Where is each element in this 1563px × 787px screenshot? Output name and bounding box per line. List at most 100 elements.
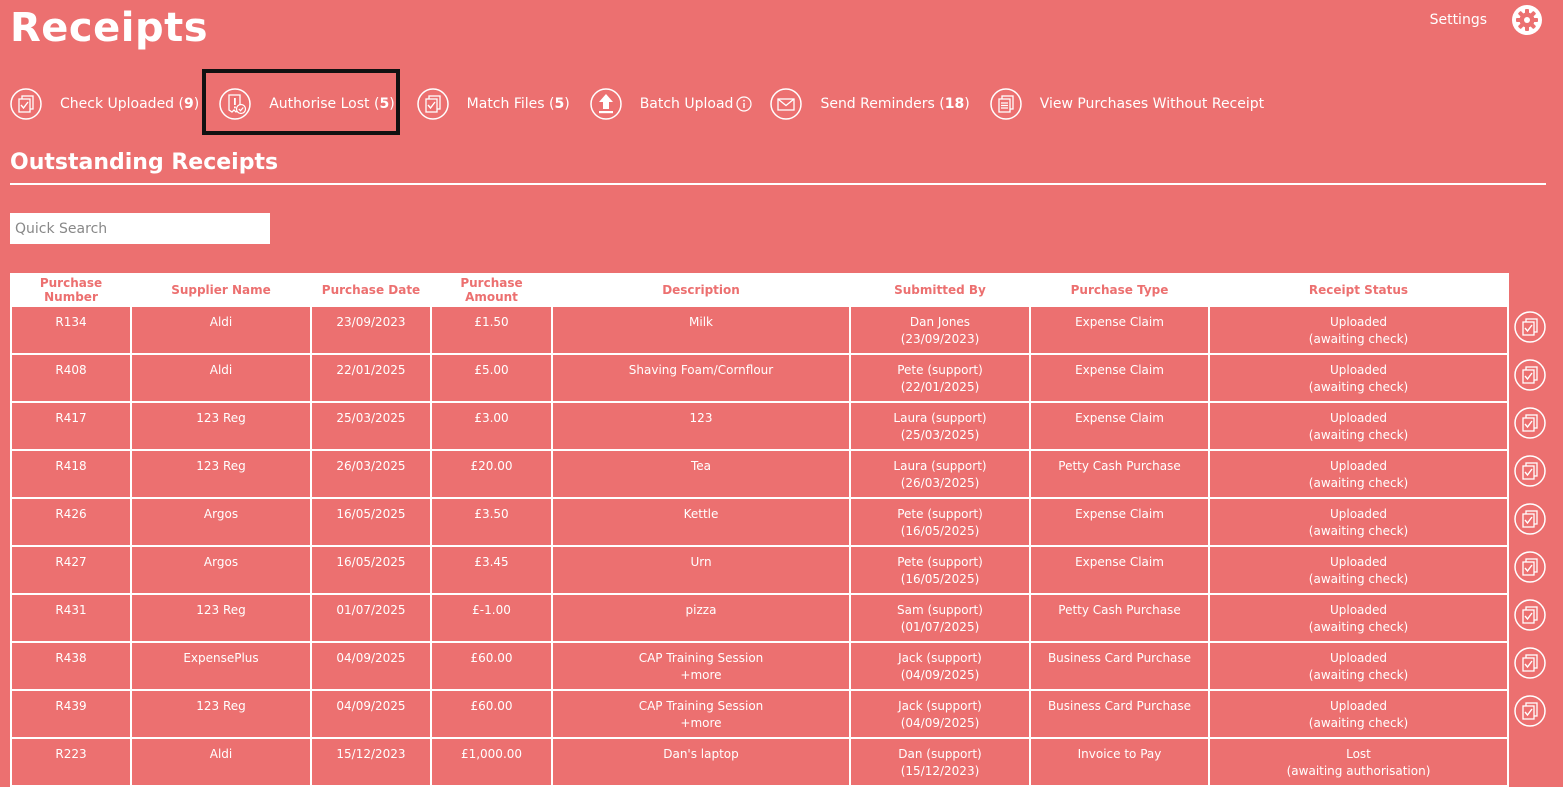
purchase-date-cell: 26/03/2025	[310, 449, 432, 499]
description-cell: CAP Training Session +more	[551, 641, 851, 691]
purchase-date-cell: 23/09/2023	[310, 305, 432, 355]
purchase-number-cell: R426	[10, 497, 132, 547]
send-reminders-button[interactable]: Send Reminders (18)	[770, 86, 970, 122]
purchase-type-cell: Business Card Purchase	[1029, 689, 1210, 739]
table-row: R223 Aldi 15/12/2023 £1,000.00 Dan's laptop D…	[10, 737, 1509, 787]
submitted-by-cell: Dan (support) (15/12/2023)	[849, 737, 1031, 787]
column-header[interactable]: Description	[551, 273, 851, 307]
submitted-by-cell: Pete (support) (16/05/2025)	[849, 497, 1031, 547]
document-list-icon	[989, 88, 1022, 120]
purchase-amount-cell: £60.00	[430, 641, 553, 691]
table-row: R426 Argos 16/05/2025 £3.50 Kettle Pete (supp…	[10, 497, 1509, 547]
receipt-status-cell: Uploaded (awaiting check)	[1208, 353, 1509, 403]
check-uploaded-button[interactable]: Check Uploaded (9)	[10, 86, 199, 122]
check-document-icon	[1514, 503, 1546, 535]
column-header[interactable]: Supplier Name	[130, 273, 312, 307]
check-document-icon	[1514, 359, 1546, 391]
outstanding-receipts-table: Purchase Number Supplier Name Purchase D…	[10, 273, 1509, 787]
column-header[interactable]: Purchase Amount	[430, 273, 553, 307]
section-title: Outstanding Receipts	[10, 150, 279, 175]
view-purchases-without-receipt-button[interactable]: View Purchases Without Receipt	[989, 86, 1264, 122]
supplier-cell: Argos	[130, 545, 312, 595]
check-document-icon	[1514, 455, 1546, 487]
column-header[interactable]: Receipt Status	[1208, 273, 1509, 307]
description-cell: pizza	[551, 593, 851, 643]
settings-area: Settings	[1430, 4, 1543, 36]
purchase-amount-cell: £-1.00	[430, 593, 553, 643]
match-files-button[interactable]: Match Files (5)	[416, 86, 570, 122]
receipt-status-cell: Uploaded (awaiting check)	[1208, 641, 1509, 691]
receipt-status-cell: Uploaded (awaiting check)	[1208, 449, 1509, 499]
check-receipt-button[interactable]	[1514, 455, 1546, 487]
table-row: R427 Argos 16/05/2025 £3.45 Urn Pete (support…	[10, 545, 1509, 595]
column-header[interactable]: Purchase Number	[10, 273, 132, 307]
match-files-label: Match Files (5)	[466, 96, 570, 112]
supplier-cell: 123 Reg	[130, 689, 312, 739]
info-icon[interactable]	[736, 96, 753, 112]
gear-icon[interactable]	[1511, 4, 1543, 36]
receipt-toolbar: Check Uploaded (9) Authorise Lost (5) Ma…	[10, 86, 1264, 122]
receipt-status-cell: Uploaded (awaiting check)	[1208, 689, 1509, 739]
table-row: R408 Aldi 22/01/2025 £5.00 Shaving Foam/Corn…	[10, 353, 1509, 403]
receipt-status-cell: Uploaded (awaiting check)	[1208, 401, 1509, 451]
supplier-cell: 123 Reg	[130, 593, 312, 643]
settings-link[interactable]: Settings	[1430, 12, 1487, 28]
purchase-amount-cell: £3.00	[430, 401, 553, 451]
check-receipt-button[interactable]	[1514, 311, 1546, 343]
description-cell: Milk	[551, 305, 851, 355]
supplier-cell: ExpensePlus	[130, 641, 312, 691]
purchase-type-cell: Business Card Purchase	[1029, 641, 1210, 691]
description-cell: Shaving Foam/Cornflour	[551, 353, 851, 403]
purchase-date-cell: 04/09/2025	[310, 689, 432, 739]
supplier-cell: Aldi	[130, 737, 312, 787]
check-receipt-button[interactable]	[1514, 551, 1546, 583]
check-receipt-button[interactable]	[1514, 359, 1546, 391]
table-row: R134 Aldi 23/09/2023 £1.50 Milk Dan Jones (23/…	[10, 305, 1509, 355]
table-row: R431 123 Reg 01/07/2025 £-1.00 pizza Sam (sup…	[10, 593, 1509, 643]
purchase-date-cell: 15/12/2023	[310, 737, 432, 787]
purchase-amount-cell: £5.00	[430, 353, 553, 403]
check-receipt-button[interactable]	[1514, 407, 1546, 439]
check-receipt-button[interactable]	[1514, 503, 1546, 535]
batch-upload-button[interactable]: Batch Upload	[589, 86, 753, 122]
check-document-icon	[1514, 599, 1546, 631]
purchase-type-cell: Invoice to Pay	[1029, 737, 1210, 787]
quick-search-input[interactable]	[10, 213, 270, 244]
purchase-amount-cell: £20.00	[430, 449, 553, 499]
supplier-cell: Aldi	[130, 353, 312, 403]
purchase-type-cell: Expense Claim	[1029, 401, 1210, 451]
submitted-by-cell: Pete (support) (22/01/2025)	[849, 353, 1031, 403]
table-row: R418 123 Reg 26/03/2025 £20.00 Tea Laura (sup…	[10, 449, 1509, 499]
section-divider	[10, 183, 1546, 185]
purchase-amount-cell: £3.45	[430, 545, 553, 595]
column-header[interactable]: Submitted By	[849, 273, 1031, 307]
purchase-date-cell: 16/05/2025	[310, 497, 432, 547]
description-cell: CAP Training Session +more	[551, 689, 851, 739]
submitted-by-cell: Laura (support) (26/03/2025)	[849, 449, 1031, 499]
purchase-number-cell: R223	[10, 737, 132, 787]
purchase-number-cell: R408	[10, 353, 132, 403]
check-receipt-button[interactable]	[1514, 599, 1546, 631]
column-header[interactable]: Purchase Type	[1029, 273, 1210, 307]
submitted-by-cell: Jack (support) (04/09/2025)	[849, 689, 1031, 739]
check-document-icon	[1514, 647, 1546, 679]
check-receipt-button[interactable]	[1514, 647, 1546, 679]
receipt-status-cell: Uploaded (awaiting check)	[1208, 545, 1509, 595]
upload-icon	[589, 88, 622, 120]
purchase-date-cell: 16/05/2025	[310, 545, 432, 595]
submitted-by-cell: Laura (support) (25/03/2025)	[849, 401, 1031, 451]
purchase-date-cell: 04/09/2025	[310, 641, 432, 691]
supplier-cell: 123 Reg	[130, 449, 312, 499]
purchase-amount-cell: £1.50	[430, 305, 553, 355]
purchase-number-cell: R439	[10, 689, 132, 739]
check-receipt-button[interactable]	[1514, 695, 1546, 727]
purchase-number-cell: R431	[10, 593, 132, 643]
column-header[interactable]: Purchase Date	[310, 273, 432, 307]
submitted-by-cell: Sam (support) (01/07/2025)	[849, 593, 1031, 643]
submitted-by-cell: Pete (support) (16/05/2025)	[849, 545, 1031, 595]
check-document-icon	[1514, 551, 1546, 583]
purchase-amount-cell: £3.50	[430, 497, 553, 547]
check-document-icon	[1514, 407, 1546, 439]
match-files-icon	[416, 88, 449, 120]
description-cell: Dan's laptop	[551, 737, 851, 787]
